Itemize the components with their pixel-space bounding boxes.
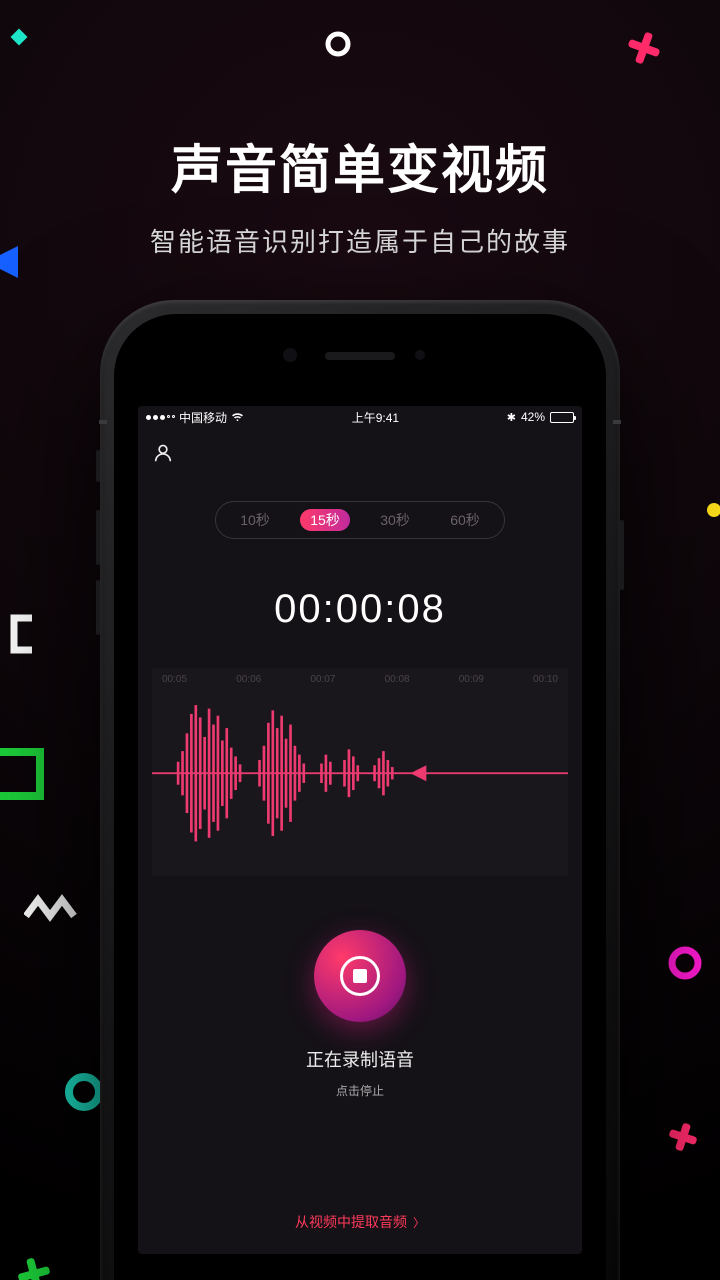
time-tick: 00:08 — [385, 674, 410, 685]
duration-option-30s[interactable]: 30秒 — [370, 509, 420, 531]
status-time: 上午9:41 — [352, 409, 399, 426]
chevron-right-icon: 〉 — [413, 1216, 425, 1230]
duration-selector: 10秒 15秒 30秒 60秒 — [215, 501, 505, 539]
battery-icon — [550, 412, 574, 423]
square-outline-icon — [0, 746, 46, 802]
duration-option-10s[interactable]: 10秒 — [230, 509, 280, 531]
waveform-icon — [152, 698, 568, 848]
time-tick: 00:10 — [533, 674, 558, 685]
carrier-label: 中国移动 — [179, 409, 227, 426]
record-hint: 点击停止 — [152, 1082, 568, 1099]
zigzag-icon — [24, 894, 84, 924]
dot-icon — [704, 500, 720, 520]
time-tick: 00:06 — [236, 674, 261, 685]
duration-option-60s[interactable]: 60秒 — [440, 509, 490, 531]
plus-icon — [624, 28, 664, 68]
duration-option-15s[interactable]: 15秒 — [300, 509, 350, 531]
bluetooth-icon: ✱ — [507, 411, 516, 424]
hero-title: 声音简单变视频 — [0, 128, 720, 203]
status-bar: 中国移动 上午9:41 ✱ 42% — [138, 406, 582, 428]
time-tick: 00:09 — [459, 674, 484, 685]
battery-pct: 42% — [521, 410, 545, 424]
record-status-label: 正在录制语音 — [152, 1046, 568, 1072]
speaker-slot-icon — [325, 352, 395, 360]
app-screen: 中国移动 上午9:41 ✱ 42% 10秒 15秒 30秒 — [138, 406, 582, 1254]
extract-audio-label: 从视频中提取音频 — [295, 1214, 407, 1230]
circle-outline-icon — [666, 944, 704, 982]
wifi-icon — [231, 412, 244, 422]
extract-audio-link[interactable]: 从视频中提取音频〉 — [138, 1212, 582, 1232]
camera-dot-icon — [283, 348, 297, 362]
plus-icon — [14, 1254, 54, 1280]
waveform-panel: 00:05 00:06 00:07 00:08 00:09 00:10 — [152, 668, 568, 876]
diamond-icon — [8, 26, 30, 48]
stop-icon — [353, 969, 367, 983]
circle-outline-icon — [324, 30, 352, 58]
record-stop-button[interactable] — [314, 930, 406, 1022]
profile-icon[interactable] — [152, 442, 174, 464]
signal-icon — [146, 415, 175, 420]
timer-display: 00:00:08 — [152, 587, 568, 632]
hero-subtitle: 智能语音识别打造属于自己的故事 — [0, 222, 720, 259]
sensor-dot-icon — [415, 350, 425, 360]
time-tick: 00:07 — [310, 674, 335, 685]
plus-icon — [666, 1120, 700, 1154]
promo-stage: 声音简单变视频 智能语音识别打造属于自己的故事 中国移动 上午9:41 — [0, 0, 720, 1280]
phone-mockup: 中国移动 上午9:41 ✱ 42% 10秒 15秒 30秒 — [100, 300, 620, 1280]
bracket-icon — [6, 614, 40, 654]
time-tick: 00:05 — [162, 674, 187, 685]
